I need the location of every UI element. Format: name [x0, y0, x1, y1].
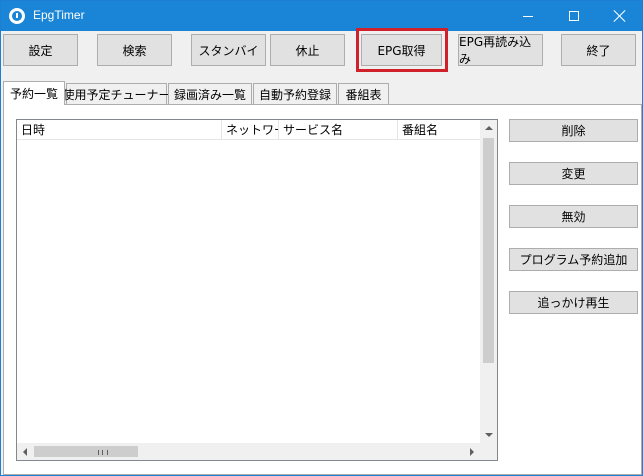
chase-playback-button[interactable]: 追っかけ再生 [509, 291, 638, 314]
tab-reservation-list[interactable]: 予約一覧 [3, 81, 65, 105]
tab-program-guide[interactable]: 番組表 [338, 83, 389, 104]
hibernate-button[interactable]: 休止 [270, 34, 345, 66]
vertical-scrollbar[interactable] [480, 120, 497, 443]
horizontal-scrollbar[interactable] [17, 443, 480, 460]
column-program-name[interactable]: 番組名 [398, 120, 481, 140]
grip-icon [98, 450, 108, 455]
exit-button[interactable]: 終了 [561, 34, 636, 66]
maximize-button[interactable] [551, 1, 597, 31]
column-datetime[interactable]: 日時 [17, 120, 222, 140]
epg-reload-button[interactable]: EPG再読み込み [458, 34, 543, 66]
minimize-icon [523, 15, 533, 17]
list-header: 日時 ネットワーク サービス名 番組名 [17, 120, 481, 140]
close-button[interactable] [597, 1, 643, 31]
scroll-up-icon[interactable] [485, 126, 493, 130]
search-button[interactable]: 検索 [97, 34, 172, 66]
epg-fetch-highlight [356, 28, 448, 72]
tab-auto-reservation[interactable]: 自動予約登録 [253, 83, 337, 104]
clock-icon [9, 8, 25, 24]
scroll-corner [480, 443, 497, 460]
column-service-name[interactable]: サービス名 [279, 120, 398, 140]
scroll-left-icon[interactable] [23, 448, 27, 456]
change-button[interactable]: 変更 [509, 162, 638, 185]
column-network[interactable]: ネットワーク [222, 120, 279, 140]
delete-button[interactable]: 削除 [509, 119, 638, 142]
tab-tuner-schedule[interactable]: 使用予定チューナー [63, 83, 171, 104]
settings-button[interactable]: 設定 [3, 34, 78, 66]
scroll-right-icon[interactable] [470, 448, 474, 456]
minimize-button[interactable] [505, 1, 551, 31]
window-title: EpgTimer [33, 8, 85, 22]
add-program-reservation-button[interactable]: プログラム予約追加 [509, 248, 638, 271]
disable-button[interactable]: 無効 [509, 205, 638, 228]
horizontal-scroll-thumb[interactable] [34, 446, 138, 457]
scroll-down-icon[interactable] [485, 433, 493, 437]
vertical-scroll-thumb[interactable] [483, 138, 494, 363]
title-bar[interactable]: EpgTimer [1, 1, 642, 31]
standby-button[interactable]: スタンバイ [191, 34, 266, 66]
reservation-list[interactable]: 日時 ネットワーク サービス名 番組名 [16, 119, 498, 461]
tab-recorded-list[interactable]: 録画済み一覧 [168, 83, 252, 104]
maximize-icon [569, 11, 579, 21]
main-window: EpgTimer 設定 検索 スタンバイ 休止 EPG取得 EPG再読み込み 終… [0, 0, 643, 476]
close-icon [614, 10, 626, 22]
